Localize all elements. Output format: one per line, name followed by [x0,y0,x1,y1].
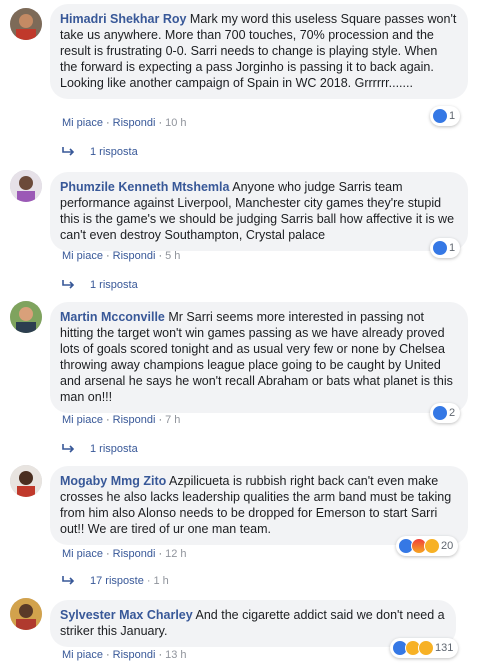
reply-link[interactable]: Rispondi [113,117,156,129]
separator: · [146,575,151,587]
separator: · [158,649,163,661]
reply-link[interactable]: Rispondi [113,548,156,560]
reaction-count: 20 [441,540,454,552]
like-link[interactable]: Mi piace [62,250,103,262]
comment-actions: Mi piace · Rispondi · 5 h [62,249,180,263]
comment-bubble: Mogaby Mmg Zito Azpilicueta is rubbish r… [50,466,468,545]
replies-count[interactable]: 1 risposta [90,441,138,457]
reaction-count: 131 [435,642,454,654]
separator: · [105,414,110,426]
comment-bubble: Himadri Shekhar Roy Mark my word this us… [50,4,468,99]
reaction-summary[interactable]: 131 [390,638,459,658]
comment-text: Mr Sarri seems more interested in passin… [60,310,453,404]
like-link[interactable]: Mi piace [62,649,103,661]
reply-link[interactable]: Rispondi [113,250,156,262]
reply-arrow-icon [62,576,75,585]
view-replies-link[interactable]: 17 risposte · 1 h [62,573,169,589]
timestamp[interactable]: 10 h [165,117,186,129]
replies-count[interactable]: 17 risposte [90,573,144,589]
separator: · [158,548,163,560]
comment-author[interactable]: Sylvester Max Charley [60,608,193,622]
timestamp[interactable]: 12 h [165,548,186,560]
comment-bubble: Phumzile Kenneth Mtshemla Anyone who jud… [50,172,468,251]
view-replies-link[interactable]: 1 risposta [62,144,138,160]
reaction-summary[interactable]: 2 [430,403,461,423]
comment-actions: Mi piace · Rispondi · 13 h [62,648,187,662]
like-link[interactable]: Mi piace [62,117,103,129]
sad-icon [424,538,440,554]
view-replies-link[interactable]: 1 risposta [62,277,138,293]
avatar[interactable] [10,301,42,333]
reply-link[interactable]: Rispondi [113,414,156,426]
like-link[interactable]: Mi piace [62,548,103,560]
timestamp[interactable]: 5 h [165,250,180,262]
separator: · [105,649,110,661]
comment-author[interactable]: Himadri Shekhar Roy [60,12,186,26]
wow-icon [418,640,434,656]
like-icon [432,108,448,124]
reaction-count: 1 [449,242,456,254]
avatar[interactable] [10,598,42,630]
view-replies-link[interactable]: 1 risposta [62,441,138,457]
comment-actions: Mi piace · Rispondi · 7 h [62,413,180,427]
reaction-count: 1 [449,110,456,122]
comment-actions: Mi piace · Rispondi · 12 h [62,547,187,561]
separator: · [158,414,163,426]
separator: · [105,548,110,560]
reply-arrow-icon [62,280,75,289]
reply-arrow-icon [62,147,75,156]
comment-author[interactable]: Phumzile Kenneth Mtshemla [60,180,229,194]
reply-arrow-icon [62,444,75,453]
timestamp[interactable]: 13 h [165,649,186,661]
avatar[interactable] [10,465,42,497]
like-link[interactable]: Mi piace [62,414,103,426]
reaction-summary[interactable]: 20 [396,536,459,556]
comment-bubble: Martin Mcconville Mr Sarri seems more in… [50,302,468,413]
avatar[interactable] [10,8,42,40]
replies-count[interactable]: 1 risposta [90,277,138,293]
separator: · [105,117,110,129]
comment-author[interactable]: Martin Mcconville [60,310,165,324]
like-icon [432,405,448,421]
separator: · [158,250,163,262]
separator: · [158,117,163,129]
avatar[interactable] [10,170,42,202]
separator: · [105,250,110,262]
reply-link[interactable]: Rispondi [113,649,156,661]
reaction-summary[interactable]: 1 [430,238,461,258]
comment-author[interactable]: Mogaby Mmg Zito [60,474,166,488]
reaction-summary[interactable]: 1 [430,106,461,126]
comment-actions: Mi piace · Rispondi · 10 h [62,116,187,130]
like-icon [432,240,448,256]
replies-timestamp: 1 h [153,575,169,587]
reaction-count: 2 [449,407,456,419]
timestamp[interactable]: 7 h [165,414,180,426]
replies-count[interactable]: 1 risposta [90,144,138,160]
